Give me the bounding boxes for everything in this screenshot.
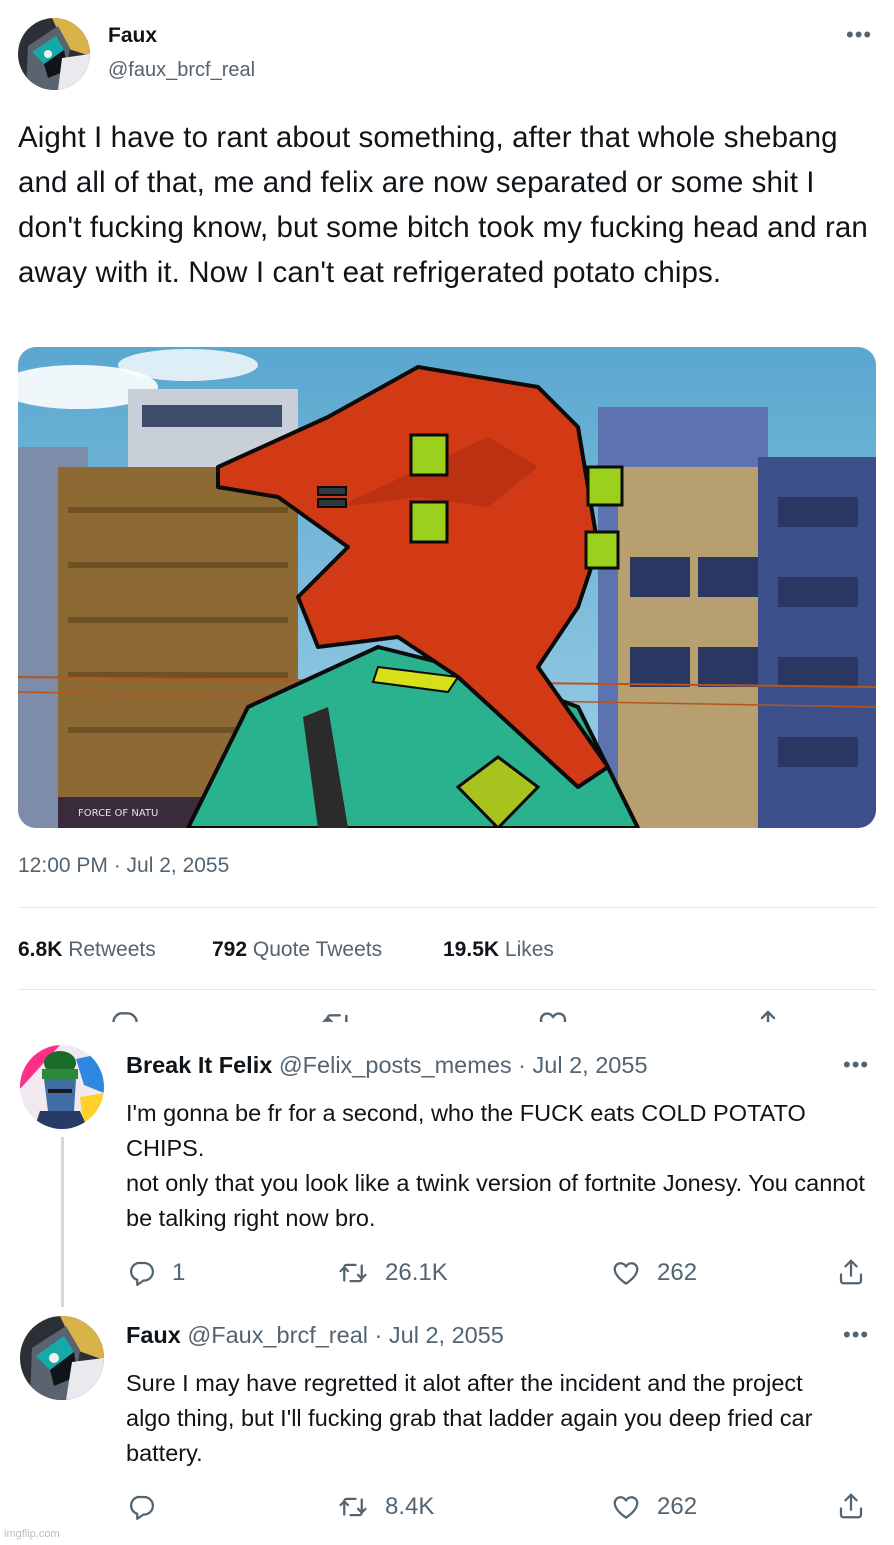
- share-icon: [836, 1490, 866, 1522]
- share-button[interactable]: [836, 1490, 866, 1522]
- retweets-count: 6.8K: [18, 938, 63, 961]
- retweet-count: 8.4K: [385, 1493, 435, 1520]
- divider: [18, 907, 876, 908]
- likes-count: 19.5K: [443, 938, 500, 961]
- reply-count: 1: [172, 1259, 186, 1286]
- share-button[interactable]: [836, 1256, 866, 1288]
- more-icon[interactable]: •••: [843, 1324, 869, 1346]
- tweet-timestamp[interactable]: 12:00 PM · Jul 2, 2055: [18, 854, 229, 878]
- like-button[interactable]: 262: [611, 1492, 697, 1522]
- reply-avatar-felix[interactable]: [20, 1045, 104, 1129]
- reply-handle-date[interactable]: @Felix_posts_memes · Jul 2, 2055: [279, 1052, 648, 1078]
- reply-header: Break It Felix @Felix_posts_memes · Jul …: [126, 1052, 648, 1079]
- retweets-label: Retweets: [68, 938, 156, 961]
- more-icon[interactable]: •••: [846, 24, 872, 46]
- reply-header: Faux @Faux_brcf_real · Jul 2, 2055: [126, 1322, 504, 1349]
- reply-text: I'm gonna be fr for a second, who the FU…: [126, 1096, 876, 1236]
- tweet-image[interactable]: FORCE OF NATU: [18, 347, 876, 828]
- retweet-count: 26.1K: [385, 1259, 448, 1286]
- reply-icon: [126, 1492, 156, 1522]
- share-icon[interactable]: [752, 1008, 784, 1022]
- reply-author-name[interactable]: Faux: [126, 1322, 181, 1348]
- retweet-button[interactable]: 8.4K: [337, 1492, 434, 1522]
- retweet-icon[interactable]: [321, 1008, 353, 1022]
- divider: [18, 989, 876, 990]
- reply-text-line: not only that you look like a twink vers…: [126, 1170, 865, 1231]
- image-sign-text: FORCE OF NATU: [78, 808, 158, 819]
- reply-text-line: I'm gonna be fr for a second, who the FU…: [126, 1100, 806, 1161]
- share-icon: [836, 1256, 866, 1288]
- author-avatar[interactable]: [18, 18, 90, 90]
- author-name[interactable]: Faux: [108, 24, 157, 48]
- like-count: 262: [657, 1259, 698, 1286]
- stats-row: 6.8K Retweets: [18, 938, 156, 962]
- more-icon[interactable]: •••: [843, 1054, 869, 1076]
- quotes-label: Quote Tweets: [252, 938, 383, 961]
- quotes-stat[interactable]: 792 Quote Tweets: [212, 938, 382, 962]
- like-icon: [611, 1258, 641, 1288]
- reply-button[interactable]: [126, 1492, 156, 1522]
- retweets-stat[interactable]: 6.8K Retweets: [18, 938, 156, 961]
- reply-icon: [126, 1258, 156, 1288]
- like-icon: [611, 1492, 641, 1522]
- likes-label: Likes: [504, 938, 554, 961]
- retweet-button[interactable]: 26.1K: [337, 1258, 448, 1288]
- likes-stat[interactable]: 19.5K Likes: [443, 938, 554, 962]
- tweet-text: Aight I have to rant about something, af…: [18, 121, 868, 289]
- reply-avatar-faux[interactable]: [20, 1316, 104, 1400]
- quotes-count: 792: [212, 938, 248, 961]
- retweet-icon: [337, 1492, 369, 1522]
- like-count: 262: [657, 1493, 698, 1520]
- like-icon[interactable]: [537, 1008, 569, 1022]
- thread-line: [61, 1137, 64, 1307]
- author-handle[interactable]: @faux_brcf_real: [108, 59, 255, 82]
- reply-button[interactable]: 1: [126, 1258, 185, 1288]
- like-button[interactable]: 262: [611, 1258, 697, 1288]
- reply-icon[interactable]: [108, 1008, 140, 1022]
- reply-text: Sure I may have regretted it alot after …: [126, 1370, 813, 1466]
- reply-author-name[interactable]: Break It Felix: [126, 1052, 272, 1078]
- reply-handle-date[interactable]: @Faux_brcf_real · Jul 2, 2055: [187, 1322, 503, 1348]
- watermark: imgflip.com: [4, 1528, 60, 1540]
- retweet-icon: [337, 1258, 369, 1288]
